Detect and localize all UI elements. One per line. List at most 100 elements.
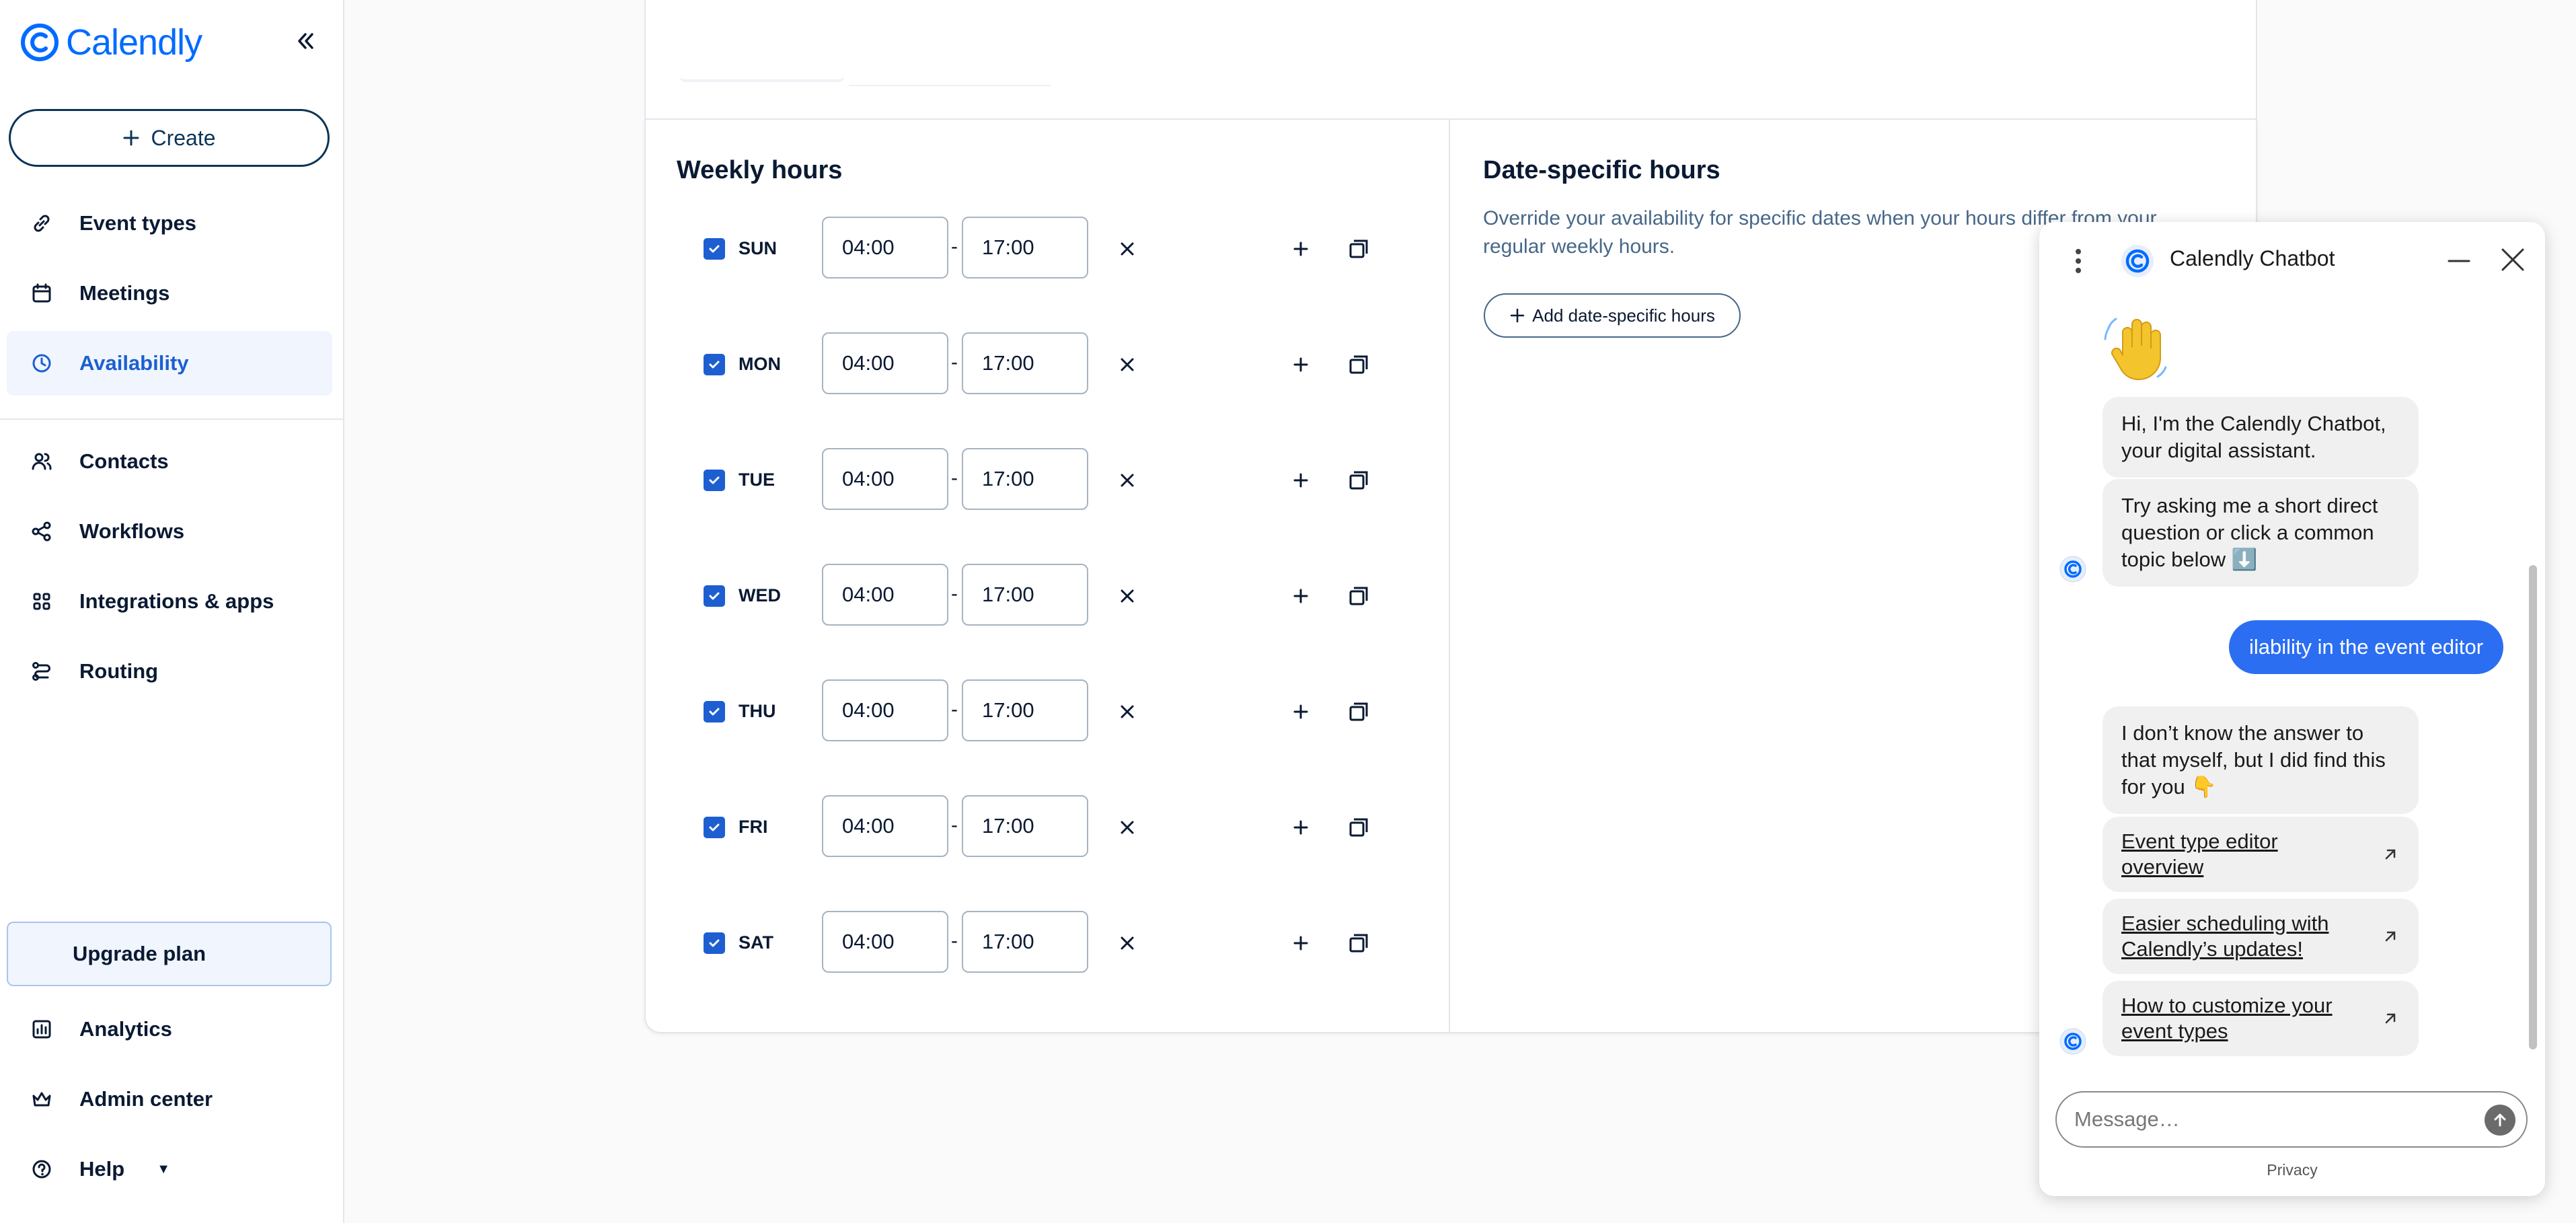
- chat-options-button[interactable]: [2073, 246, 2084, 279]
- calendly-logo[interactable]: Calendly: [20, 19, 202, 66]
- sidebar-item-label: Meetings: [79, 281, 170, 305]
- user-message-bubble: ilability in the event editor: [2229, 620, 2504, 674]
- close-icon: [1121, 589, 1134, 603]
- start-time-input[interactable]: 04:00: [822, 564, 948, 626]
- day-row-tue: TUE 04:00 - 17:00: [673, 448, 1412, 513]
- article-link-text[interactable]: Easier scheduling with Calendly’s update…: [2121, 911, 2363, 962]
- sidebar-item-meetings[interactable]: Meetings: [7, 261, 332, 326]
- minimize-chat-button[interactable]: [2447, 249, 2471, 276]
- sidebar-item-contacts[interactable]: Contacts: [7, 429, 332, 494]
- article-link-text[interactable]: Event type editor overview: [2121, 829, 2363, 880]
- end-time-input[interactable]: 17:00: [962, 795, 1088, 857]
- add-interval-button[interactable]: [1286, 581, 1316, 611]
- day-checkbox[interactable]: [704, 932, 725, 954]
- day-row-thu: THU 04:00 - 17:00: [673, 679, 1412, 744]
- day-checkbox[interactable]: [704, 354, 725, 375]
- start-time-input[interactable]: 04:00: [822, 795, 948, 857]
- remove-interval-button[interactable]: [1112, 581, 1142, 611]
- end-time-input[interactable]: 17:00: [962, 911, 1088, 973]
- privacy-link[interactable]: Privacy: [2039, 1161, 2545, 1179]
- collapse-sidebar-button[interactable]: [291, 24, 320, 58]
- day-row-sun: SUN 04:00 - 17:00: [673, 217, 1412, 281]
- end-time-input[interactable]: 17:00: [962, 332, 1088, 394]
- add-interval-button[interactable]: [1286, 697, 1316, 727]
- bot-answer-bubble: I don’t know the answer to that myself, …: [2103, 706, 2419, 814]
- day-checkbox[interactable]: [704, 585, 725, 607]
- crown-icon: [27, 1084, 56, 1114]
- start-time-input[interactable]: 04:00: [822, 448, 948, 510]
- start-time-input[interactable]: 04:00: [822, 332, 948, 394]
- copy-times-button[interactable]: [1344, 813, 1373, 842]
- create-button[interactable]: Create: [9, 109, 330, 167]
- end-time-input[interactable]: 17:00: [962, 564, 1088, 626]
- day-row-sat: SAT 04:00 - 17:00: [673, 911, 1412, 975]
- end-time-input[interactable]: 17:00: [962, 448, 1088, 510]
- start-time-input[interactable]: 04:00: [822, 911, 948, 973]
- copy-times-button[interactable]: [1344, 234, 1373, 264]
- sidebar-item-event-types[interactable]: Event types: [7, 191, 332, 256]
- close-icon: [1121, 474, 1134, 487]
- remove-interval-button[interactable]: [1112, 234, 1142, 264]
- tab-remnant[interactable]: [679, 0, 845, 82]
- day-checkbox[interactable]: [704, 238, 725, 260]
- copy-times-button[interactable]: [1344, 928, 1373, 958]
- plus-icon: [1293, 473, 1308, 488]
- close-chat-button[interactable]: [2499, 246, 2526, 276]
- date-specific-title: Date-specific hours: [1483, 156, 1720, 184]
- minimize-icon: [2448, 260, 2470, 262]
- sidebar-item-analytics[interactable]: Analytics: [7, 997, 332, 1062]
- copy-times-button[interactable]: [1344, 350, 1373, 379]
- suggested-article-link[interactable]: How to customize your event types: [2103, 981, 2419, 1056]
- send-message-button[interactable]: [2485, 1105, 2515, 1136]
- sidebar-item-workflows[interactable]: Workflows: [7, 499, 332, 564]
- add-interval-button[interactable]: [1286, 928, 1316, 958]
- column-divider: [1449, 120, 1450, 1032]
- add-interval-button[interactable]: [1286, 234, 1316, 264]
- end-time-input[interactable]: 17:00: [962, 217, 1088, 279]
- add-date-specific-hours-button[interactable]: Add date-specific hours: [1484, 293, 1741, 338]
- add-interval-button[interactable]: [1286, 466, 1316, 495]
- day-checkbox[interactable]: [704, 817, 725, 838]
- suggested-article-link[interactable]: Easier scheduling with Calendly’s update…: [2103, 899, 2419, 974]
- close-icon: [1121, 705, 1134, 718]
- day-checkbox[interactable]: [704, 470, 725, 491]
- close-icon: [1121, 821, 1134, 834]
- copy-times-button[interactable]: [1344, 466, 1373, 495]
- article-link-text[interactable]: How to customize your event types: [2121, 993, 2363, 1044]
- upgrade-plan-button[interactable]: Upgrade plan: [7, 922, 332, 986]
- chat-input-placeholder: Message…: [2074, 1107, 2180, 1131]
- start-time-input[interactable]: 04:00: [822, 217, 948, 279]
- start-time-input[interactable]: 04:00: [822, 679, 948, 741]
- sidebar-item-integrations[interactable]: Integrations & apps: [7, 569, 332, 634]
- sidebar-item-help[interactable]: Help ▼: [7, 1137, 332, 1201]
- copy-icon: [1349, 239, 1368, 258]
- end-time-input[interactable]: 17:00: [962, 679, 1088, 741]
- sidebar-divider: [0, 418, 344, 420]
- time-separator: -: [951, 698, 958, 720]
- add-interval-button[interactable]: [1286, 350, 1316, 379]
- logo-wordmark: Calendly: [66, 22, 202, 63]
- tab-remnant-secondary[interactable]: [849, 0, 1051, 86]
- remove-interval-button[interactable]: [1112, 350, 1142, 379]
- chat-message-input[interactable]: Message…: [2055, 1091, 2528, 1148]
- sidebar-item-availability[interactable]: Availability: [7, 331, 332, 396]
- sidebar-item-routing[interactable]: Routing: [7, 639, 332, 704]
- copy-icon: [1349, 587, 1368, 605]
- check-icon: [709, 361, 720, 369]
- close-icon: [1121, 242, 1134, 256]
- chat-scrollbar-thumb[interactable]: [2529, 565, 2537, 1049]
- suggested-article-link[interactable]: Event type editor overview: [2103, 817, 2419, 892]
- day-checkbox[interactable]: [704, 701, 725, 722]
- copy-times-button[interactable]: [1344, 697, 1373, 727]
- weekly-hours-title: Weekly hours: [677, 156, 843, 184]
- copy-times-button[interactable]: [1344, 581, 1373, 611]
- remove-interval-button[interactable]: [1112, 928, 1142, 958]
- sidebar-item-admin-center[interactable]: Admin center: [7, 1067, 332, 1132]
- add-interval-button[interactable]: [1286, 813, 1316, 842]
- remove-interval-button[interactable]: [1112, 466, 1142, 495]
- grid-icon: [27, 587, 56, 616]
- remove-interval-button[interactable]: [1112, 697, 1142, 727]
- calendar-icon: [27, 279, 56, 308]
- remove-interval-button[interactable]: [1112, 813, 1142, 842]
- sidebar: Calendly Create Event types Meetings Ava…: [0, 0, 344, 1223]
